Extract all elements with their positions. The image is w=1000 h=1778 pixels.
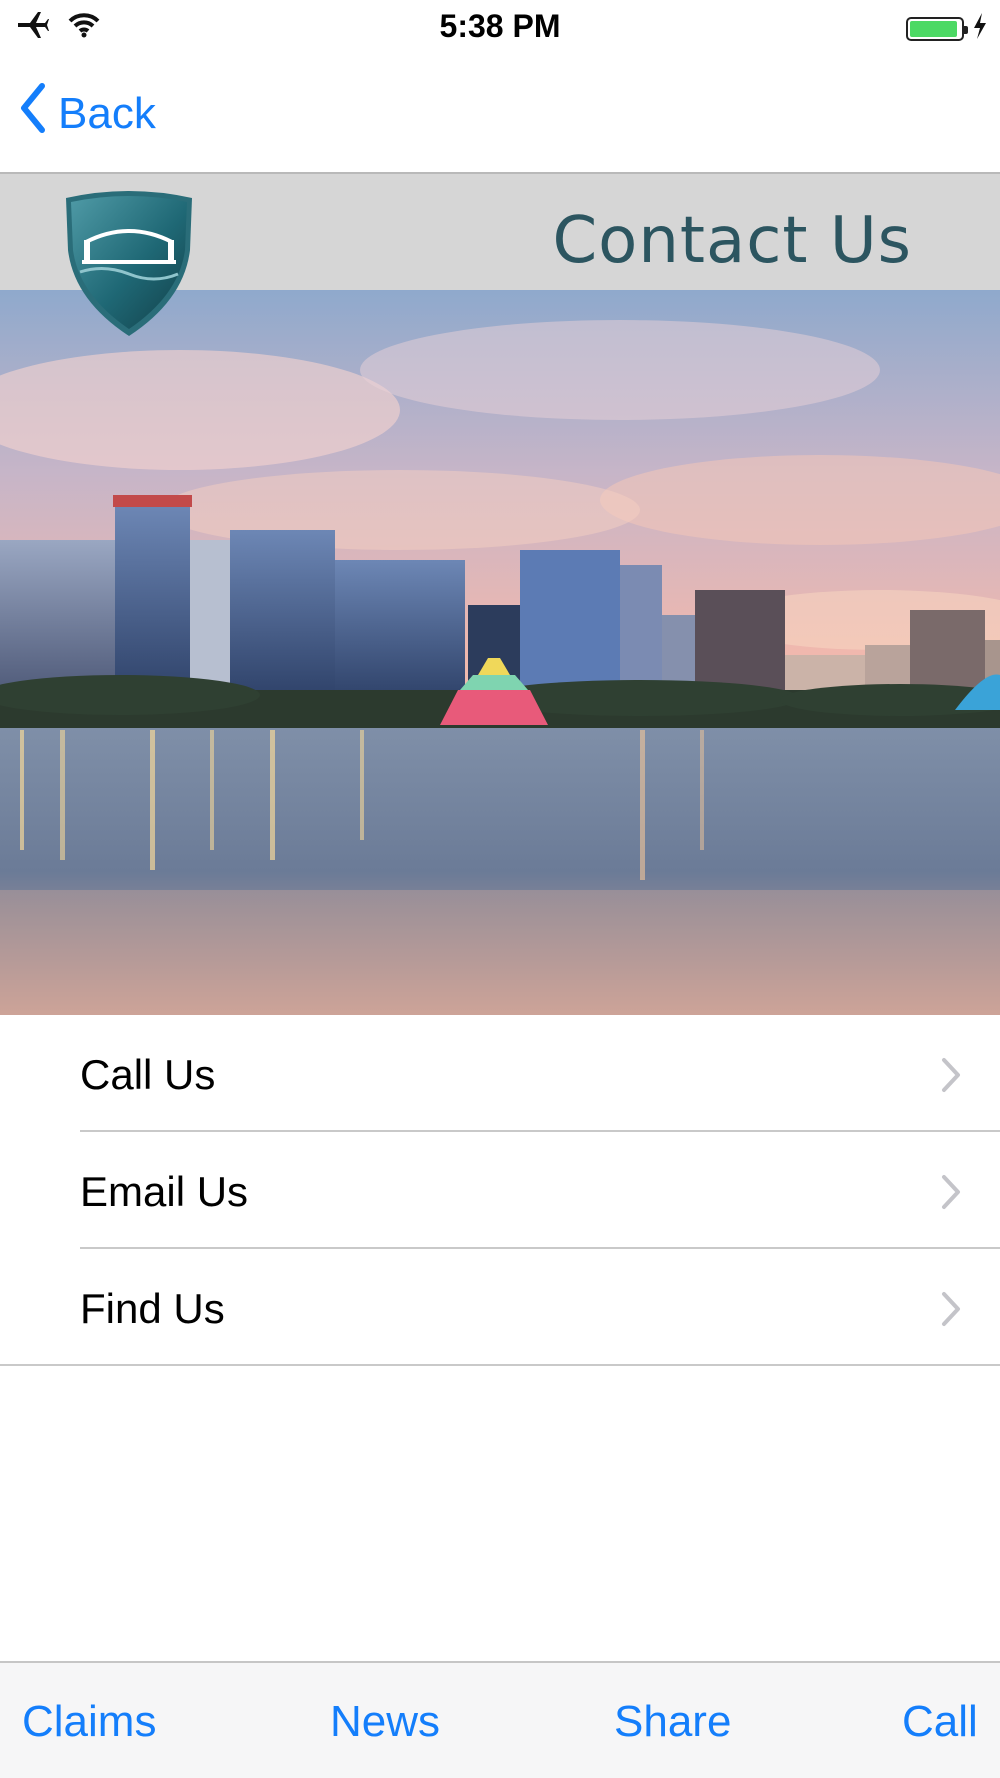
page-title: Contact Us [552, 204, 912, 278]
charging-icon [972, 12, 988, 45]
chevron-right-icon [940, 1174, 962, 1215]
battery-tip [964, 25, 968, 34]
news-button[interactable]: News [330, 1697, 440, 1747]
contact-options-list: Call Us Email Us Find Us [0, 1015, 1000, 1366]
status-time: 5:38 PM [439, 8, 561, 44]
back-button[interactable]: Back [20, 82, 156, 145]
back-label: Back [58, 88, 156, 138]
share-button[interactable]: Share [614, 1697, 731, 1747]
chevron-right-icon [940, 1291, 962, 1332]
navigation-bar: Back [0, 54, 1000, 172]
status-bar: 5:38 PM [0, 0, 1000, 54]
email-us-row[interactable]: Email Us [0, 1132, 1000, 1249]
call-button[interactable]: Call [902, 1697, 978, 1747]
divider [0, 1364, 1000, 1366]
menu-item-label: Email Us [80, 1168, 249, 1215]
claims-button[interactable]: Claims [22, 1697, 156, 1747]
bottom-toolbar: Claims News Share Call [0, 1661, 1000, 1778]
call-us-row[interactable]: Call Us [0, 1015, 1000, 1132]
chevron-right-icon [940, 1057, 962, 1098]
status-right [906, 12, 988, 45]
battery-icon [906, 16, 968, 41]
find-us-row[interactable]: Find Us [0, 1249, 1000, 1366]
hero-skyline-image [0, 290, 1000, 1015]
menu-item-label: Call Us [80, 1051, 216, 1098]
menu-item-label: Find Us [80, 1285, 225, 1332]
shield-logo [60, 190, 198, 340]
battery-level [910, 20, 958, 37]
chevron-left-icon [20, 82, 46, 145]
